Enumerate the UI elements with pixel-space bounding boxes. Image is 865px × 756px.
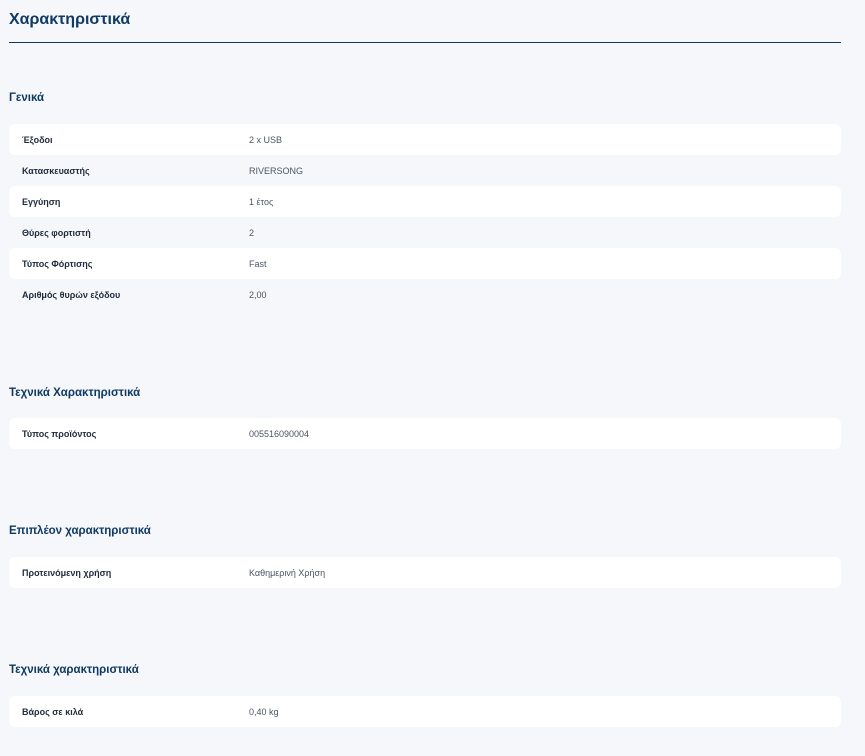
spec-table-technical-2: Βάρος σε κιλά 0,40 kg [9, 696, 841, 727]
spec-row: Θύρες φορτιστή 2 [9, 217, 841, 248]
title-divider [9, 42, 841, 43]
spec-label: Τύπος Φόρτισης [22, 258, 93, 269]
spec-row: Εγγύηση 1 έτος [9, 186, 841, 217]
section-heading-technical-2: Τεχνικά χαρακτηριστικά [9, 664, 139, 676]
spec-label: Αριθμός θυρών εξόδου [22, 289, 121, 300]
spec-row: Προτεινόμενη χρήση Καθημερινή Χρήση [9, 557, 841, 588]
spec-value: RIVERSONG [249, 165, 304, 176]
spec-value: Fast [249, 258, 267, 269]
spec-label: Εγγύηση [22, 196, 61, 207]
spec-label: Έξοδοι [22, 134, 53, 145]
spec-label: Προτεινόμενη χρήση [22, 567, 112, 578]
spec-row: Έξοδοι 2 x USB [9, 124, 841, 155]
spec-row: Βάρος σε κιλά 0,40 kg [9, 696, 841, 727]
spec-table-additional: Προτεινόμενη χρήση Καθημερινή Χρήση [9, 557, 841, 588]
section-heading-general: Γενικά [9, 92, 45, 104]
spec-label: Θύρες φορτιστή [22, 227, 91, 238]
section-heading-additional: Επιπλέον χαρακτηριστικά [9, 525, 151, 537]
page-title: Χαρακτηριστικά [9, 11, 131, 28]
spec-value: 2 [249, 227, 255, 238]
spec-value: 0,40 kg [249, 706, 279, 717]
spec-label: Κατασκευαστής [22, 165, 90, 176]
spec-row: Τύπος Φόρτισης Fast [9, 248, 841, 279]
spec-value: 005516090004 [249, 428, 310, 439]
spec-table-technical: Τύπος προϊόντος 005516090004 [9, 418, 841, 449]
spec-label: Βάρος σε κιλά [22, 706, 84, 717]
spec-row: Αριθμός θυρών εξόδου 2,00 [9, 279, 841, 310]
spec-value: 2,00 [249, 289, 267, 300]
spec-label: Τύπος προϊόντος [22, 428, 97, 439]
section-heading-technical: Τεχνικά Χαρακτηριστικά [9, 387, 141, 399]
spec-row: Τύπος προϊόντος 005516090004 [9, 418, 841, 449]
spec-value: Καθημερινή Χρήση [249, 567, 326, 578]
spec-table-general: Έξοδοι 2 x USB Κατασκευαστής RIVERSONG Ε… [9, 124, 841, 310]
spec-value: 1 έτος [249, 196, 274, 207]
spec-row: Κατασκευαστής RIVERSONG [9, 155, 841, 186]
specifications-page: Χαρακτηριστικά Γενικά Έξοδοι 2 x USB Κατ… [0, 0, 865, 756]
spec-value: 2 x USB [249, 134, 283, 145]
